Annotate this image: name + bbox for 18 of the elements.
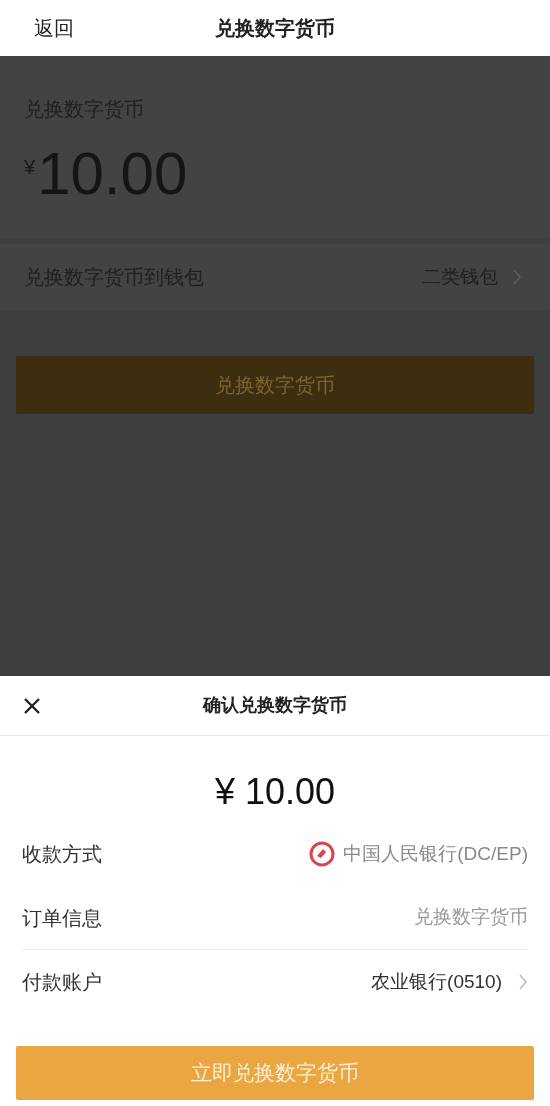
confirm-exchange-button[interactable]: 立即兑换数字货币 bbox=[16, 1046, 534, 1100]
row-value: 中国人民银行(DC/EP) bbox=[343, 841, 528, 866]
back-button[interactable]: 返回 bbox=[34, 13, 74, 43]
sheet-title: 确认兑换数字货币 bbox=[203, 694, 347, 717]
exchange-button[interactable]: 兑换数字货币 bbox=[16, 356, 534, 414]
row-label: 付款账户 bbox=[22, 970, 102, 995]
currency-symbol: ¥ bbox=[24, 155, 36, 180]
chevron-right-icon bbox=[512, 268, 522, 286]
row-label: 收款方式 bbox=[22, 842, 102, 867]
payment-account-row[interactable]: 付款账户 农业银行(0510) bbox=[22, 950, 528, 1014]
confirm-amount: ¥ 10.00 bbox=[214, 772, 336, 812]
chevron-right-icon bbox=[518, 973, 528, 991]
row-value: 兑换数字货币 bbox=[414, 905, 528, 930]
row-label: 订单信息 bbox=[22, 905, 102, 931]
close-icon[interactable] bbox=[22, 695, 42, 716]
page-title: 兑换数字货币 bbox=[215, 16, 335, 41]
bank-logo-icon bbox=[309, 841, 336, 867]
row-value: 农业银行(0510) bbox=[371, 969, 502, 994]
